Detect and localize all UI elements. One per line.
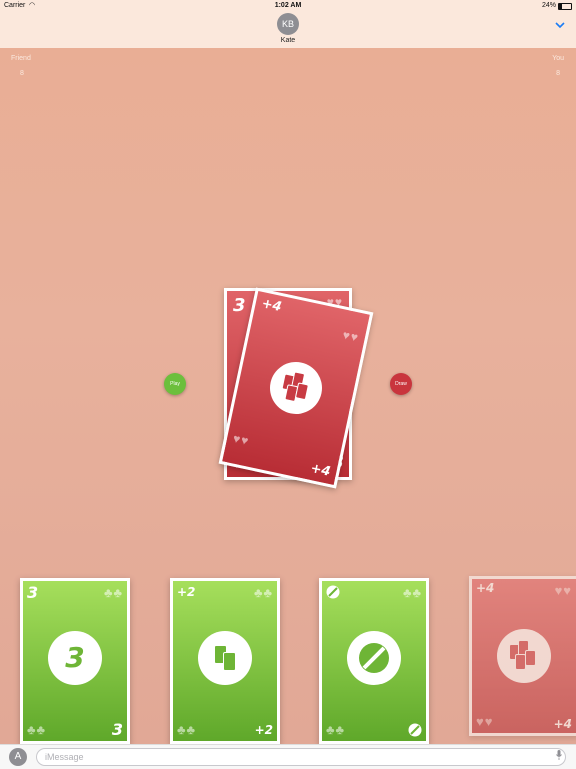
friend-score-label: Friend — [11, 55, 31, 62]
clubs-icon: ♣♣ — [27, 722, 47, 737]
card-center-disc — [265, 357, 327, 419]
battery-icon — [558, 3, 572, 10]
card-center-value: 3 — [65, 641, 85, 674]
skip-icon — [408, 723, 422, 737]
clubs-icon: ♣♣ — [103, 585, 123, 600]
draw-button[interactable]: Draw — [390, 373, 412, 395]
play-button[interactable]: Play — [164, 373, 186, 395]
status-bar: Carrier ◠ 1:02 AM 24% — [0, 0, 576, 12]
battery-percent: 24% — [541, 2, 556, 9]
hand-card-3[interactable]: ♣♣ ♣♣ — [319, 578, 429, 744]
conversation-header: KB Kate — [0, 12, 576, 48]
skip-icon — [326, 585, 340, 599]
hand-card-4[interactable]: +4 ♥♥ +4 ♥♥ — [469, 576, 576, 736]
card-center-disc — [347, 631, 401, 685]
clubs-icon: ♣♣ — [326, 722, 346, 737]
hearts-icon: ♥♥ — [341, 327, 361, 345]
game-board: Friend 8 You 8 Play Draw 3 ♥♥ 3 ♥♥ +4 ♥♥… — [0, 48, 576, 744]
hearts-icon: ♥♥ — [554, 583, 572, 598]
you-score-value: 8 — [556, 70, 560, 77]
hearts-icon: ♥♥ — [231, 431, 251, 449]
hearts-icon: ♥♥ — [476, 714, 494, 729]
contact-name[interactable]: Kate — [0, 37, 576, 44]
clock: 1:02 AM — [274, 2, 302, 9]
hand-card-1[interactable]: 3 ♣♣ 3 3 ♣♣ — [20, 578, 130, 744]
clubs-icon: ♣♣ — [177, 722, 197, 737]
you-score-label: You — [552, 55, 564, 62]
microphone-icon[interactable] — [556, 750, 562, 760]
message-input-bar: A — [0, 744, 576, 769]
friend-score-value: 8 — [20, 70, 24, 77]
card-center-disc — [198, 631, 252, 685]
hand-card-2[interactable]: +2 ♣♣ +2 ♣♣ — [170, 578, 280, 744]
skip-icon — [359, 643, 389, 673]
app-store-icon[interactable]: A — [9, 748, 27, 766]
message-input[interactable] — [36, 748, 566, 766]
card-value-bottom: +2 — [254, 723, 273, 737]
card-value-top: +4 — [260, 296, 283, 316]
card-value-bottom: +4 — [553, 717, 572, 731]
chevron-down-icon[interactable] — [555, 20, 565, 30]
card-value-top: +4 — [476, 581, 495, 595]
card-value-top: 3 — [27, 583, 39, 602]
draw-four-icon — [276, 357, 327, 403]
clubs-icon: ♣♣ — [253, 585, 273, 600]
avatar[interactable]: KB — [277, 13, 299, 35]
card-value-bottom: 3 — [111, 720, 123, 739]
card-value-bottom: +4 — [309, 460, 332, 480]
card-center-disc: 3 — [48, 631, 102, 685]
card-value-top: 3 — [233, 295, 246, 316]
card-center-disc — [497, 629, 551, 683]
clubs-icon: ♣♣ — [402, 585, 422, 600]
card-value-top: +2 — [177, 585, 196, 599]
